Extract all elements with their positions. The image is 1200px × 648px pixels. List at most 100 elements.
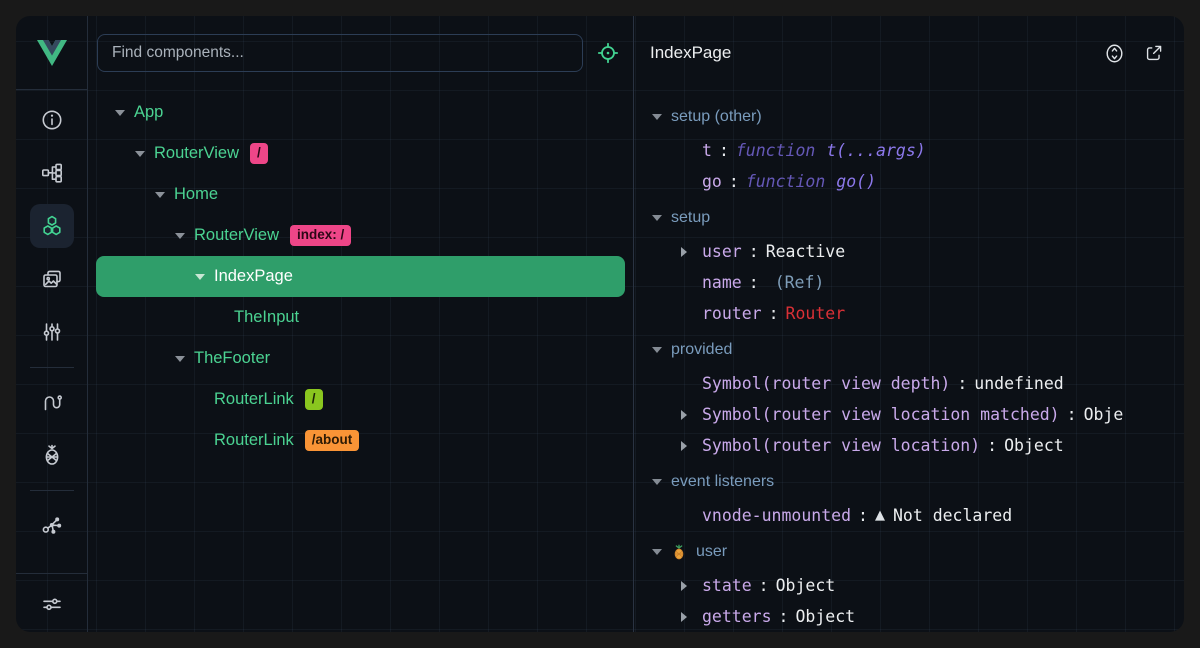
sidebar-item-assets[interactable] [30,257,74,301]
state-row[interactable]: Symbol(router view depth):undefined [650,368,1184,399]
state-row[interactable]: go:functiongo() [650,166,1184,197]
sidebar-item-router[interactable] [30,380,74,424]
section-pinia-user: user state:Object getters:Object [650,534,1184,632]
prop-key: name [702,273,742,292]
sidebar-item-graph[interactable] [30,503,74,547]
component-name: TheInput [234,308,299,327]
section-setup: setup user:Reactive name:(Ref) router:Ro… [650,200,1184,329]
open-in-editor-button[interactable] [1142,41,1166,65]
inspector-header: IndexPage [634,16,1184,90]
prop-keyword: function [736,141,815,160]
section-title: provided [671,341,732,359]
warning-icon: ▲︎ [875,508,885,523]
sidebar-divider [30,490,74,491]
prop-value: Object [1084,405,1124,424]
component-name: RouterView [194,226,279,245]
vue-logo-icon [37,39,67,67]
inspector-title: IndexPage [650,43,1086,63]
inspect-component-button[interactable] [592,37,624,69]
tree-row[interactable]: Home [96,174,625,215]
collapse-icon[interactable] [112,110,128,116]
tree-header [88,16,633,90]
collapse-icon[interactable] [152,192,168,198]
scroll-to-component-button[interactable] [1102,41,1126,65]
section-title: user [696,543,727,561]
prop-keyword: function [746,172,825,191]
section-header[interactable]: provided [650,332,1184,368]
sidebar-item-components[interactable] [30,204,74,248]
state-row[interactable]: user:Reactive [650,236,1184,267]
prop-key: user [702,242,742,261]
crosshair-target-icon [596,41,620,65]
component-name: RouterView [154,144,239,163]
sidebar-item-outline[interactable] [30,151,74,195]
tree-row[interactable]: RouterLink /about [96,420,625,461]
devtools-window: App RouterView / Home RouterView index: … [16,16,1184,632]
collapse-icon [652,114,662,120]
section-header[interactable]: setup [650,200,1184,236]
route-badge: / [305,389,323,410]
expand-icon[interactable] [681,612,687,622]
vue-logo[interactable] [16,16,87,90]
router-icon [40,390,64,414]
tree-row-selected[interactable]: IndexPage [96,256,625,297]
tree-row[interactable]: RouterView index: / [96,215,625,256]
component-name: RouterLink [214,390,294,409]
state-row[interactable]: vnode-unmounted:▲︎Not declared [650,500,1184,531]
collapse-icon [652,347,662,353]
collapse-icon[interactable] [172,356,188,362]
sidebar-item-info[interactable] [30,98,74,142]
search-input[interactable] [97,34,583,72]
sidebar-item-timeline[interactable] [30,310,74,354]
collapse-icon [652,549,662,555]
state-row[interactable]: getters:Object [650,601,1184,632]
prop-key: go [702,172,722,191]
component-tree: App RouterView / Home RouterView index: … [88,90,633,463]
prop-key: Symbol(router view depth) [702,374,950,393]
components-icon [40,214,64,238]
section-header[interactable]: event listeners [650,464,1184,500]
tree-row[interactable]: TheFooter [96,338,625,379]
expand-icon[interactable] [681,410,687,420]
state-row[interactable]: Symbol(router view location):Object [650,430,1184,461]
state-row[interactable]: router:Router [650,298,1184,329]
assets-icon [40,267,64,291]
collapse-icon[interactable] [192,274,208,280]
tree-row[interactable]: RouterLink / [96,379,625,420]
inspector-panel: IndexPage setup (other) [634,16,1184,632]
route-badge: / [250,143,268,164]
collapse-icon[interactable] [132,151,148,157]
expand-icon[interactable] [681,581,687,591]
state-row[interactable]: state:Object [650,570,1184,601]
section-title: setup [671,209,710,227]
tree-row[interactable]: RouterView / [96,133,625,174]
collapse-icon[interactable] [172,233,188,239]
tree-row[interactable]: TheInput [96,297,625,338]
section-header[interactable]: setup (other) [650,99,1184,135]
sidebar-bottom [16,573,87,632]
prop-key: Symbol(router view location) [702,436,980,455]
state-row[interactable]: t:functiont(...args) [650,135,1184,166]
sidebar-item-pinia[interactable] [30,433,74,477]
tree-row[interactable]: App [96,92,625,133]
external-link-icon [1143,42,1165,64]
section-header[interactable]: user [650,534,1184,570]
expand-icon[interactable] [681,441,687,451]
settings-sliders-icon [40,592,64,616]
sidebar [16,16,88,632]
section-setup-other: setup (other) t:functiont(...args) go:fu… [650,99,1184,197]
prop-value: t(...args) [826,141,925,160]
prop-value: Object [795,607,855,626]
prop-value: Not declared [893,506,1012,525]
state-row[interactable]: name:(Ref) [650,267,1184,298]
component-name: IndexPage [214,267,293,286]
state-row[interactable]: Symbol(router view location matched):Obj… [650,399,1184,430]
graph-icon [40,513,64,537]
unfold-vertical-icon [1103,42,1126,65]
pinia-pineapple-icon [671,544,687,560]
sidebar-item-settings[interactable] [30,582,74,626]
collapse-icon [652,479,662,485]
prop-value: Object [1004,436,1064,455]
component-name: RouterLink [214,431,294,450]
expand-icon[interactable] [681,247,687,257]
